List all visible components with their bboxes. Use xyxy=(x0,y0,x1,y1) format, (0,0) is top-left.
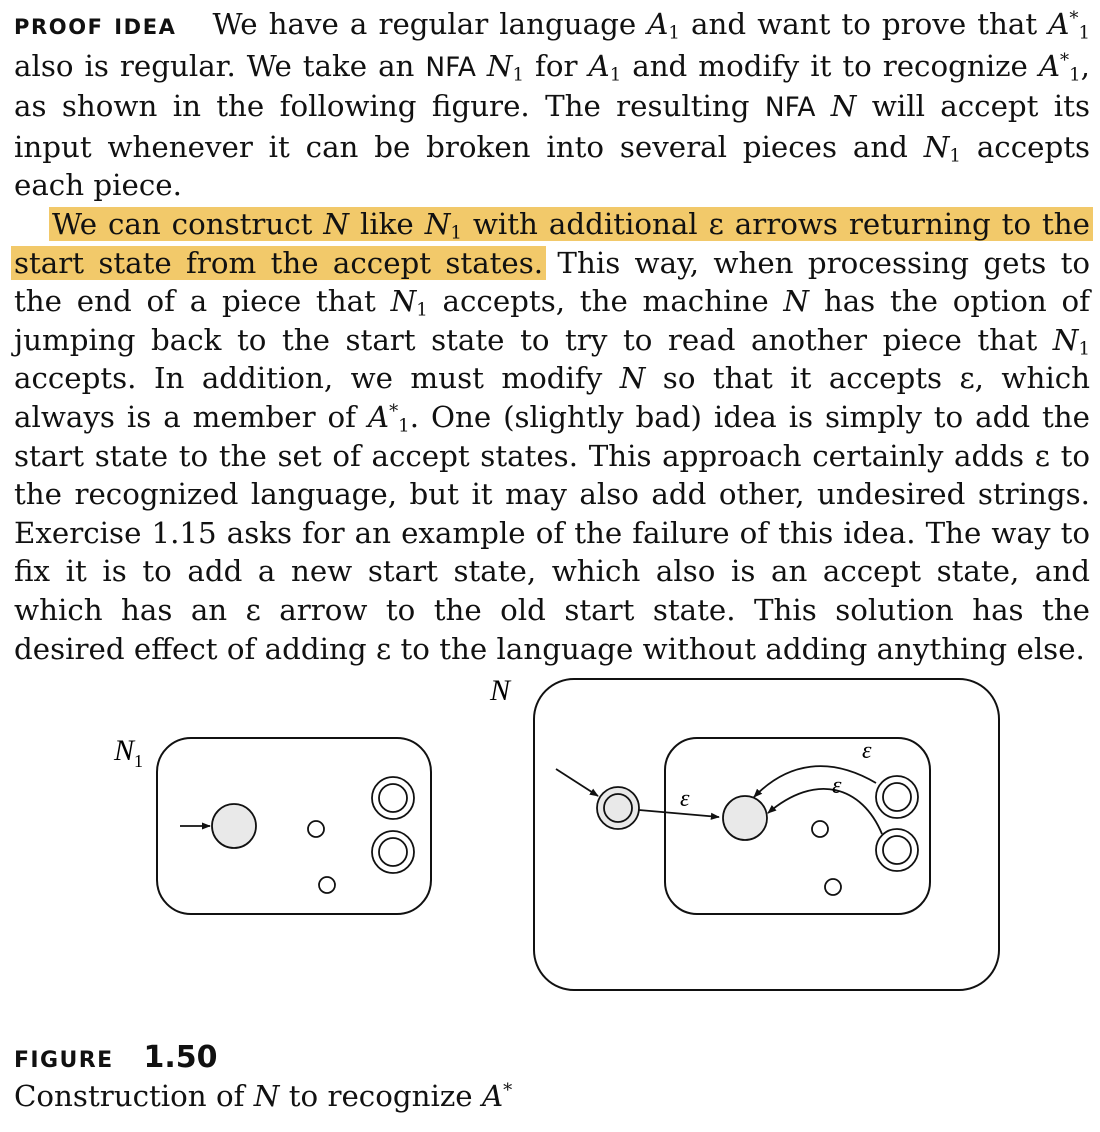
n1-state[interactable] xyxy=(307,820,325,838)
n-new-start-accept-state[interactable] xyxy=(596,786,640,830)
n1-inner-box xyxy=(664,737,931,915)
math-var: N xyxy=(830,89,857,124)
epsilon-arrow-accept-to-start xyxy=(753,765,877,798)
n1-accept-state[interactable] xyxy=(371,830,415,874)
n1-accept-state[interactable] xyxy=(371,776,415,820)
proof-idea-label: PROOF IDEA xyxy=(14,15,177,39)
math-var: N xyxy=(424,206,451,241)
nfa-abbrev: NFA xyxy=(764,93,816,124)
caption-text: Construction of N to recognize A* xyxy=(14,1077,512,1115)
math-sub: 1 xyxy=(1078,22,1090,44)
math-sub: 1 xyxy=(398,415,410,437)
paragraph-construction: We can construct N like N1 with addition… xyxy=(11,205,1093,668)
n1-label: N1 xyxy=(113,734,143,771)
paragraph-proof-idea: PROOF IDEA We have a regular language A1 … xyxy=(14,5,1090,205)
caption-heading: FIGURE 1.50 xyxy=(14,1040,512,1075)
math-var: N xyxy=(390,284,417,319)
n-old-start-state[interactable] xyxy=(722,795,768,841)
n-state[interactable] xyxy=(811,820,829,838)
math-sub: 1 xyxy=(949,145,961,167)
text-run: We can construct xyxy=(52,206,324,241)
text-run: to the language without adding anything … xyxy=(391,631,1085,666)
text-run: also is regular. We take an xyxy=(14,48,426,83)
n1-state[interactable] xyxy=(318,876,336,894)
text-run: Construction of xyxy=(14,1079,254,1113)
epsilon-symbol: ε xyxy=(375,631,392,666)
epsilon-arrow-new-start xyxy=(638,809,720,820)
epsilon-symbol: ε xyxy=(959,361,975,396)
math-var: A xyxy=(588,48,610,83)
n-state[interactable] xyxy=(824,878,842,896)
text-run: accepts. In addition, we must modify xyxy=(14,361,620,396)
text-run: like xyxy=(349,206,425,241)
text-run: We have a regular language xyxy=(212,7,648,41)
proof-text: PROOF IDEA We have a regular language A1 … xyxy=(11,5,1093,668)
text-run: and want to prove that xyxy=(679,7,1049,41)
math-var: A xyxy=(367,399,390,434)
math-var: N xyxy=(486,48,513,83)
figure-number: 1.50 xyxy=(143,1040,218,1075)
text-run: to recognize xyxy=(279,1079,482,1113)
math-sup: * xyxy=(1060,49,1070,71)
math-sub: 1 xyxy=(609,63,622,85)
nfa-abbrev: NFA xyxy=(425,52,476,83)
math-var: N xyxy=(619,361,646,396)
text-run xyxy=(815,89,830,123)
math-sub: 1 xyxy=(416,299,428,321)
text-run: with additional xyxy=(461,206,709,241)
math-sup: * xyxy=(503,1080,513,1102)
math-var: N xyxy=(323,206,350,241)
figure-caption: FIGURE 1.50 Construction of N to recogniz… xyxy=(14,1040,512,1115)
n-start-arrow xyxy=(555,768,599,797)
math-var: N xyxy=(253,1079,280,1113)
epsilon-label: ε xyxy=(862,738,872,764)
n-accept-state[interactable] xyxy=(875,775,919,819)
math-sub: 1 xyxy=(668,22,680,44)
epsilon-symbol: ε xyxy=(245,592,261,627)
math-var: N xyxy=(783,284,810,319)
math-var: A xyxy=(1038,48,1061,83)
math-var: A xyxy=(481,1079,504,1113)
math-var: A xyxy=(647,7,669,41)
math-var: N xyxy=(1052,322,1079,357)
text-run: and modify it to recognize xyxy=(621,48,1039,83)
math-sub: 1 xyxy=(450,222,462,244)
figure-label: FIGURE xyxy=(14,1048,114,1073)
epsilon-symbol: ε xyxy=(708,206,724,241)
n-label: N xyxy=(489,674,512,707)
n-accept-state[interactable] xyxy=(875,828,919,872)
text-run: for xyxy=(524,48,589,83)
math-sup: * xyxy=(389,400,399,422)
n1-start-state[interactable] xyxy=(211,803,257,849)
math-var: N xyxy=(923,129,950,164)
math-sub: 1 xyxy=(1078,338,1090,360)
math-sub: 1 xyxy=(1069,63,1081,85)
text-run: accepts, the machine xyxy=(427,284,784,319)
text-run: so that it accepts xyxy=(645,361,960,396)
math-sub: 1 xyxy=(512,63,525,85)
text-run xyxy=(476,49,487,83)
math-var: A xyxy=(1048,7,1070,41)
epsilon-label: ε xyxy=(680,786,690,812)
epsilon-symbol: ε xyxy=(1034,438,1050,473)
epsilon-label: ε xyxy=(832,773,842,799)
